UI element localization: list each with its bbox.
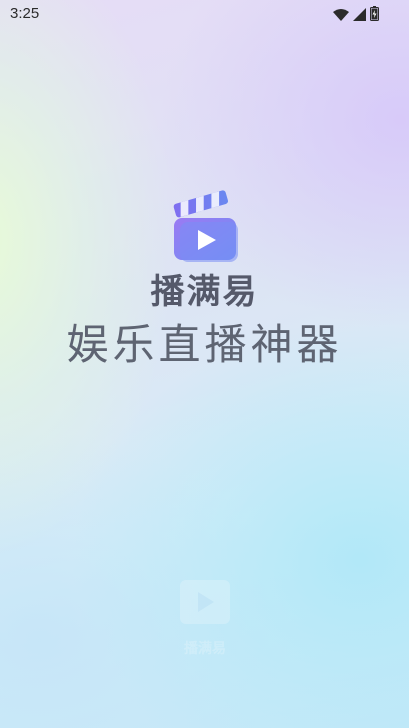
wifi-icon (333, 6, 349, 25)
watermark-text: 播满易 (184, 641, 226, 657)
app-logo-icon (166, 182, 242, 266)
status-icons (333, 6, 379, 25)
brand-name: 播满易 (150, 272, 259, 312)
signal-icon (353, 6, 366, 25)
tagline: 娱乐直播神器 (66, 320, 343, 369)
status-bar: 3:25 (0, 0, 409, 28)
battery-icon (370, 6, 379, 25)
watermark: 播满易 (172, 572, 238, 662)
watermark-logo-icon (180, 580, 230, 624)
status-time: 3:25 (10, 5, 40, 22)
